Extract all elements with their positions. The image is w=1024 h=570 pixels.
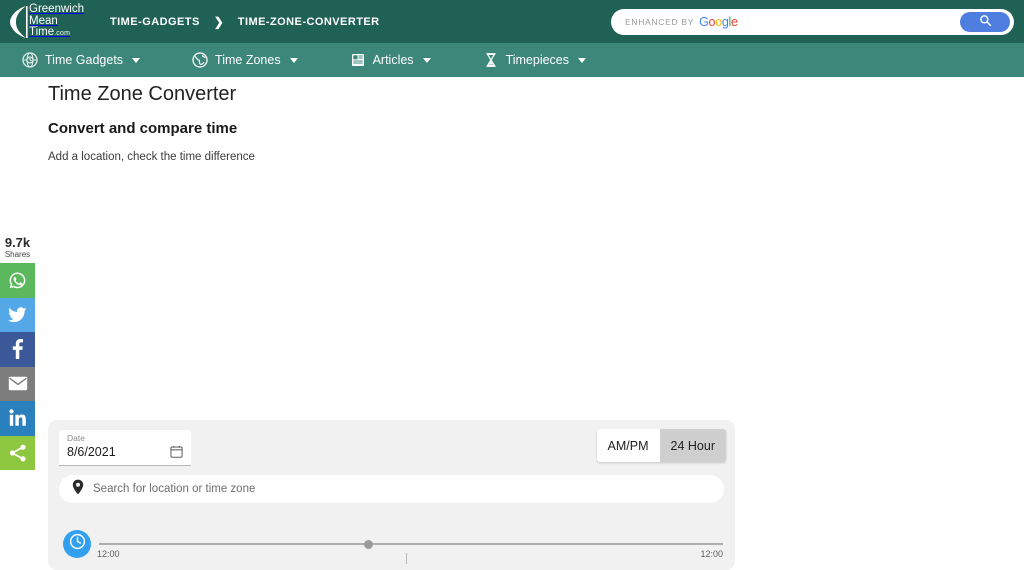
share-button-more[interactable] xyxy=(0,435,35,470)
crescent-logo-icon xyxy=(8,5,30,39)
clock-icon xyxy=(69,533,86,555)
time-slider-track[interactable] xyxy=(99,543,723,545)
breadcrumb-separator-icon: ❯ xyxy=(213,14,224,29)
search-submit-button[interactable] xyxy=(960,12,1010,32)
slider-end-label: 12:00 xyxy=(700,549,723,559)
logo-suffix: .com xyxy=(54,30,71,38)
search-enhanced-label: ENHANCED BY xyxy=(625,17,695,27)
map-pin-icon xyxy=(72,479,84,500)
logo-line-1: Greenwich xyxy=(29,3,84,16)
nav-label-time-zones: Time Zones xyxy=(215,53,281,67)
share-count-label: Shares xyxy=(4,250,31,259)
linkedin-icon xyxy=(8,409,27,427)
breadcrumb-item-time-zone-converter[interactable]: TIME-ZONE-CONVERTER xyxy=(238,16,380,28)
site-header: Greenwich Mean Time.com TIME-GADGETS ❯ T… xyxy=(0,0,1024,43)
location-search-field[interactable]: Search for location or time zone xyxy=(59,475,724,503)
date-field-label: Date xyxy=(67,433,85,443)
nav-label-timepieces: Timepieces xyxy=(505,53,570,67)
share-button-email[interactable] xyxy=(0,366,35,401)
nav-item-time-zones[interactable]: Time Zones xyxy=(180,43,310,77)
chevron-down-icon xyxy=(578,57,587,63)
time-format-toggle: AM/PM 24 Hour xyxy=(596,429,726,462)
logo-line-3: Time xyxy=(29,26,55,39)
format-option-ampm[interactable]: AM/PM xyxy=(596,429,660,462)
whatsapp-icon xyxy=(8,271,27,290)
breadcrumb: TIME-GADGETS ❯ TIME-ZONE-CONVERTER xyxy=(110,16,380,28)
nav-label-time-gadgets: Time Gadgets xyxy=(45,53,124,67)
share-button-linkedin[interactable] xyxy=(0,401,35,436)
nav-item-timepieces[interactable]: Timepieces xyxy=(471,43,598,77)
date-field[interactable]: Date 8/6/2021 xyxy=(59,430,191,466)
globe-icon xyxy=(192,52,208,68)
main-navigation: Time Gadgets Time Zones Articles Timepie… xyxy=(0,43,1024,77)
clock-button[interactable] xyxy=(63,530,91,558)
social-share-rail: 9.7k Shares xyxy=(0,236,35,470)
google-search-box[interactable]: ENHANCED BY Google xyxy=(611,9,1014,35)
page-description: Add a location, check the time differenc… xyxy=(48,151,255,163)
book-icon xyxy=(350,52,366,68)
google-wordmark: Google xyxy=(699,15,738,29)
page-content: Time Zone Converter Convert and compare … xyxy=(0,77,1024,570)
breadcrumb-item-time-gadgets[interactable]: TIME-GADGETS xyxy=(110,16,200,28)
slider-start-label: 12:00 xyxy=(97,549,120,559)
format-option-24hour[interactable]: 24 Hour xyxy=(659,429,726,462)
chevron-down-icon xyxy=(132,57,141,63)
share-icon xyxy=(9,444,27,462)
email-icon xyxy=(8,376,28,391)
calendar-icon[interactable] xyxy=(170,445,183,463)
chevron-down-icon xyxy=(422,57,431,63)
location-search-placeholder: Search for location or time zone xyxy=(93,483,256,495)
globe-clock-icon xyxy=(22,52,38,68)
logo-line-2: Mean xyxy=(29,14,58,27)
time-slider-thumb[interactable] xyxy=(364,539,373,549)
page-title: Time Zone Converter xyxy=(48,83,237,105)
nav-item-articles[interactable]: Articles xyxy=(338,43,443,77)
page-subtitle: Convert and compare time xyxy=(48,120,238,137)
nav-item-time-gadgets[interactable]: Time Gadgets xyxy=(10,43,152,77)
search-icon xyxy=(979,14,992,30)
chevron-down-icon xyxy=(289,57,298,63)
search-input[interactable]: ENHANCED BY Google xyxy=(611,10,960,34)
share-button-whatsapp[interactable] xyxy=(0,263,35,298)
share-button-facebook[interactable] xyxy=(0,332,35,367)
facebook-icon xyxy=(12,339,23,360)
hourglass-icon xyxy=(483,52,499,68)
slider-tick-marker xyxy=(406,553,407,564)
share-count-number: 9.7k xyxy=(4,235,31,250)
twitter-icon xyxy=(8,307,27,323)
time-zone-converter-card: Date 8/6/2021 AM/PM 24 Hour Search for l… xyxy=(48,420,735,570)
date-field-value: 8/6/2021 xyxy=(67,445,116,459)
site-logo[interactable]: Greenwich Mean Time.com xyxy=(8,0,92,43)
share-count: 9.7k Shares xyxy=(0,236,35,263)
nav-label-articles: Articles xyxy=(372,53,414,67)
time-slider-row: 12:00 12:00 xyxy=(59,530,724,570)
logo-wordmark: Greenwich Mean Time.com xyxy=(29,3,84,40)
share-button-twitter[interactable] xyxy=(0,297,35,332)
